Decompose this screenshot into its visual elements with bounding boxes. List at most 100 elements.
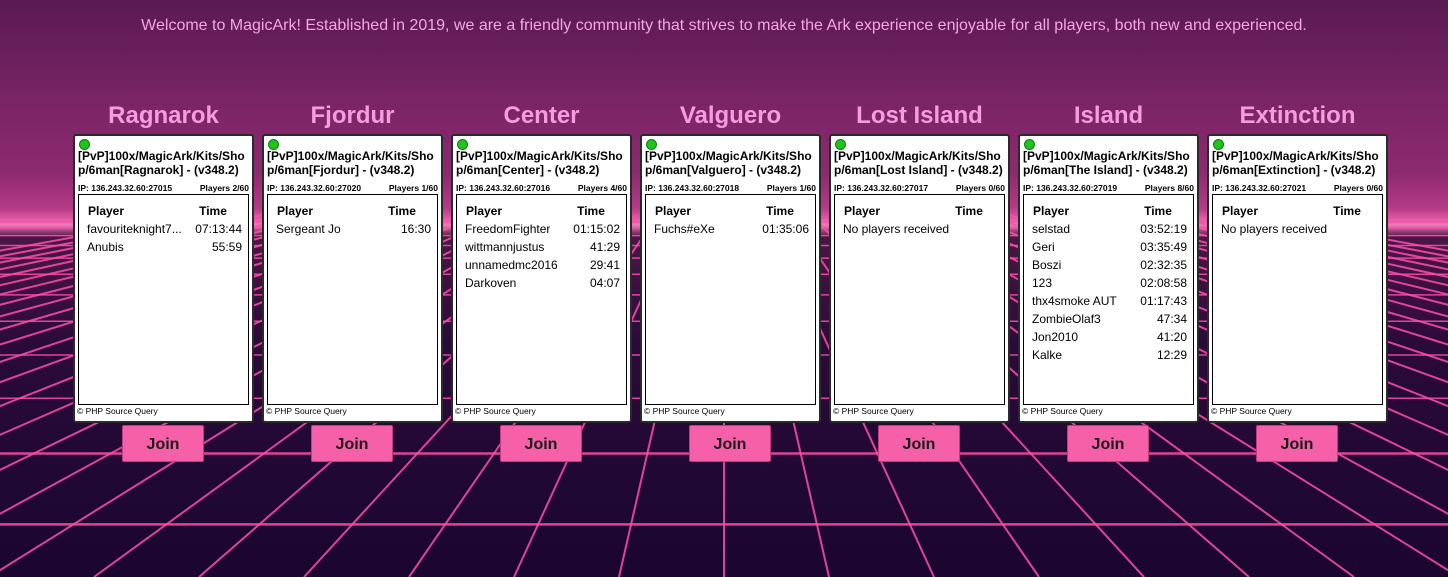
source-query-credit: © PHP Source Query bbox=[455, 406, 536, 416]
player-table-header: Player Time bbox=[1222, 204, 1367, 218]
join-button[interactable]: Join bbox=[500, 425, 582, 462]
source-query-credit: © PHP Source Query bbox=[1022, 406, 1103, 416]
time-column-header: Time bbox=[388, 204, 416, 218]
server-name: Center bbox=[503, 102, 580, 129]
player-count: Players 1/60 bbox=[766, 183, 816, 193]
server-card: [PvP]100x/MagicArk/Kits/Shop/6man[Center… bbox=[451, 134, 632, 423]
server-title: [PvP]100x/MagicArk/Kits/Shop/6man[Ragnar… bbox=[78, 149, 245, 177]
player-count: Players 1/60 bbox=[388, 183, 438, 193]
player-time: 02:08:58 bbox=[1140, 276, 1187, 290]
player-count: Players 0/60 bbox=[955, 183, 1005, 193]
player-row: unnamedmc2016 29:41 bbox=[465, 256, 620, 274]
player-name: ZombieOlaf3 bbox=[1032, 312, 1101, 326]
join-button[interactable]: Join bbox=[1256, 425, 1338, 462]
player-table-header: Player Time bbox=[655, 204, 800, 218]
player-name: selstad bbox=[1032, 222, 1071, 236]
time-column-header: Time bbox=[199, 204, 227, 218]
player-column-header: Player bbox=[1222, 204, 1259, 218]
server-info-line: IP: 136.243.32.60:27017 Players 0/60 bbox=[834, 183, 1005, 193]
player-table: Player Time Fuchs#eXe 01:35:06 bbox=[645, 194, 816, 405]
server-ip: IP: 136.243.32.60:27016 bbox=[456, 183, 551, 193]
server-info-line: IP: 136.243.32.60:27020 Players 1/60 bbox=[267, 183, 438, 193]
player-count: Players 8/60 bbox=[1144, 183, 1194, 193]
player-table-header: Player Time bbox=[277, 204, 422, 218]
player-name: Jon2010 bbox=[1032, 330, 1079, 344]
player-table-header: Player Time bbox=[844, 204, 989, 218]
player-table: Player Time favouriteknight7... 07:13:44 A… bbox=[78, 194, 249, 405]
server-ip: IP: 136.243.32.60:27015 bbox=[78, 183, 173, 193]
server-title: [PvP]100x/MagicArk/Kits/Shop/6man[Valgue… bbox=[645, 149, 812, 177]
welcome-text: Welcome to MagicArk! Established in 2019… bbox=[141, 17, 1307, 34]
server-info-line: IP: 136.243.32.60:27019 Players 8/60 bbox=[1023, 183, 1194, 193]
player-name: FreedomFighter bbox=[465, 222, 551, 236]
server-info-line: IP: 136.243.32.60:27021 Players 0/60 bbox=[1212, 183, 1383, 193]
time-column-header: Time bbox=[955, 204, 983, 218]
player-column-header: Player bbox=[655, 204, 692, 218]
source-query-credit: © PHP Source Query bbox=[1211, 406, 1292, 416]
server-name: Ragnarok bbox=[108, 102, 219, 129]
server-card: [PvP]100x/MagicArk/Kits/Shop/6man[Valgue… bbox=[640, 134, 821, 423]
server-name: Extinction bbox=[1239, 102, 1356, 129]
server-info-line: IP: 136.243.32.60:27018 Players 1/60 bbox=[645, 183, 816, 193]
join-button[interactable]: Join bbox=[1067, 425, 1149, 462]
time-column-header: Time bbox=[577, 204, 605, 218]
player-row: Anubis 55:59 bbox=[87, 238, 242, 256]
player-row: favouriteknight7... 07:13:44 bbox=[87, 220, 242, 238]
server-name: Island bbox=[1073, 102, 1144, 129]
time-column-header: Time bbox=[1333, 204, 1361, 218]
player-name: Sergeant Jo bbox=[276, 222, 341, 236]
player-list: FreedomFighter 01:15:02 wittmannjustus 41:2… bbox=[465, 220, 620, 292]
join-button[interactable]: Join bbox=[122, 425, 204, 462]
player-name: wittmannjustus bbox=[465, 240, 545, 254]
player-row: Darkoven 04:07 bbox=[465, 274, 620, 292]
player-row: Kalke 12:29 bbox=[1032, 346, 1187, 364]
player-name: Fuchs#eXe bbox=[654, 222, 715, 236]
player-count: Players 2/60 bbox=[199, 183, 249, 193]
server-name: Lost Island bbox=[856, 102, 983, 129]
source-query-credit: © PHP Source Query bbox=[833, 406, 914, 416]
player-list: No players received bbox=[843, 220, 998, 238]
server-title: [PvP]100x/MagicArk/Kits/Shop/6man[Center… bbox=[456, 149, 623, 177]
time-column-header: Time bbox=[766, 204, 794, 218]
player-time: 02:32:35 bbox=[1140, 258, 1187, 272]
player-name: Boszi bbox=[1032, 258, 1062, 272]
player-name: Kalke bbox=[1032, 348, 1063, 362]
server-name: Fjordur bbox=[310, 102, 395, 129]
player-name: Darkoven bbox=[465, 276, 517, 290]
no-players-message: No players received bbox=[1221, 222, 1328, 236]
player-count: Players 4/60 bbox=[577, 183, 627, 193]
time-column-header: Time bbox=[1144, 204, 1172, 218]
join-button[interactable]: Join bbox=[311, 425, 393, 462]
player-column-header: Player bbox=[466, 204, 503, 218]
server-ip: IP: 136.243.32.60:27020 bbox=[267, 183, 362, 193]
player-table: Player Time No players received bbox=[1212, 194, 1383, 405]
player-table: Player Time Sergeant Jo 16:30 bbox=[267, 194, 438, 405]
server-card: [PvP]100x/MagicArk/Kits/Shop/6man[Lost I… bbox=[829, 134, 1010, 423]
player-column-header: Player bbox=[844, 204, 881, 218]
player-time: 03:52:19 bbox=[1140, 222, 1187, 236]
player-table-header: Player Time bbox=[1033, 204, 1178, 218]
server-card: [PvP]100x/MagicArk/Kits/Shop/6man[The Is… bbox=[1018, 134, 1199, 423]
join-button[interactable]: Join bbox=[689, 425, 771, 462]
server-ip: IP: 136.243.32.60:27018 bbox=[645, 183, 740, 193]
no-players-message: No players received bbox=[843, 222, 950, 236]
player-row: FreedomFighter 01:15:02 bbox=[465, 220, 620, 238]
player-time: 01:15:02 bbox=[573, 222, 620, 236]
player-row: Sergeant Jo 16:30 bbox=[276, 220, 431, 238]
server-ip: IP: 136.243.32.60:27021 bbox=[1212, 183, 1307, 193]
player-list: Sergeant Jo 16:30 bbox=[276, 220, 431, 238]
player-column-header: Player bbox=[277, 204, 314, 218]
server-title: [PvP]100x/MagicArk/Kits/Shop/6man[Lost I… bbox=[834, 149, 1003, 177]
player-row: Jon2010 41:20 bbox=[1032, 328, 1187, 346]
player-name: unnamedmc2016 bbox=[465, 258, 558, 272]
player-row: 123 02:08:58 bbox=[1032, 274, 1187, 292]
server-ip: IP: 136.243.32.60:27019 bbox=[1023, 183, 1118, 193]
player-time: 03:35:49 bbox=[1140, 240, 1187, 254]
player-row: ZombieOlaf3 47:34 bbox=[1032, 310, 1187, 328]
server-info-line: IP: 136.243.32.60:27016 Players 4/60 bbox=[456, 183, 627, 193]
player-row: Boszi 02:32:35 bbox=[1032, 256, 1187, 274]
join-button[interactable]: Join bbox=[878, 425, 960, 462]
player-table-header: Player Time bbox=[466, 204, 611, 218]
server-info-line: IP: 136.243.32.60:27015 Players 2/60 bbox=[78, 183, 249, 193]
player-name: Geri bbox=[1032, 240, 1055, 254]
